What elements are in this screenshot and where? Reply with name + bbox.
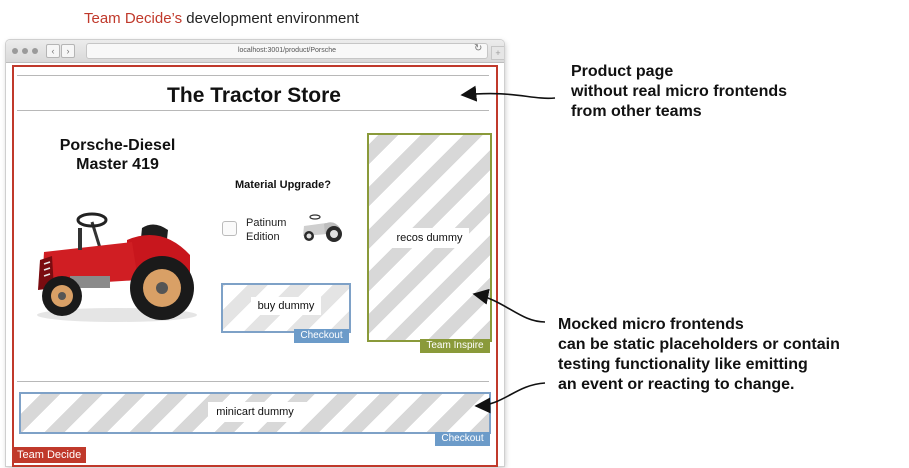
platinum-label-line1: Patinum xyxy=(246,217,287,229)
annotation-mocked-line1: Mocked micro frontends xyxy=(558,316,744,333)
team-decide-label: Team Decide xyxy=(12,447,87,463)
back-button[interactable]: ‹ xyxy=(46,44,60,58)
product-name: Porsche-Diesel Master 419 xyxy=(30,136,205,174)
annotation-product-line1: Product page xyxy=(571,63,674,80)
platinum-label-line2: Edition xyxy=(246,231,280,243)
annotation-mocked-frontends: Mocked micro frontends can be static pla… xyxy=(558,315,840,395)
annotation-product-line3: from other teams xyxy=(571,103,702,120)
store-title: The Tractor Store xyxy=(167,84,341,107)
team-checkout-label-minicart: Checkout xyxy=(435,432,490,446)
forward-button[interactable]: › xyxy=(61,44,75,58)
annotation-product-page: Product page without real micro frontend… xyxy=(571,62,787,122)
team-checkout-label-buy: Checkout xyxy=(294,329,349,343)
browser-toolbar: ‹ › localhost:3001/product/Porsche ↻ + xyxy=(6,40,504,63)
minicart-dummy-text: minicart dummy xyxy=(216,406,294,418)
product-name-line2: Master 419 xyxy=(76,156,159,173)
annotation-mocked-line2: can be static placeholders or contain xyxy=(558,336,840,353)
tractor-image xyxy=(37,212,197,322)
window-minimize-dot[interactable] xyxy=(22,48,28,54)
figure-caption: Team Decide’s development environment xyxy=(84,10,359,27)
buy-dummy-text: buy dummy xyxy=(257,300,315,312)
platinum-tractor-thumbnail xyxy=(303,214,342,242)
product-name-line1: Porsche-Diesel xyxy=(59,137,176,154)
material-upgrade-heading: Material Upgrade? xyxy=(235,179,331,191)
recos-dummy-text: recos dummy xyxy=(396,232,463,244)
team-inspire-label: Team Inspire xyxy=(420,339,490,353)
annotation-mocked-line4: an event or reacting to change. xyxy=(558,376,795,393)
window-close-dot[interactable] xyxy=(12,48,18,54)
footer-divider xyxy=(17,381,489,382)
platinum-edition-label: Patinum Edition xyxy=(246,216,286,244)
header-bottom-divider xyxy=(17,110,489,111)
header-top-divider xyxy=(17,75,489,76)
address-bar[interactable]: localhost:3001/product/Porsche xyxy=(86,43,488,59)
caption-team-name: Team Decide’s xyxy=(84,10,183,27)
window-zoom-dot[interactable] xyxy=(32,48,38,54)
new-tab-button[interactable]: + xyxy=(491,46,504,60)
annotation-product-line2: without real micro frontends xyxy=(571,83,788,100)
caption-rest: development environment xyxy=(182,10,359,27)
annotation-mocked-line3: testing functionality like emitting xyxy=(558,356,808,373)
platinum-edition-checkbox[interactable] xyxy=(222,221,237,236)
